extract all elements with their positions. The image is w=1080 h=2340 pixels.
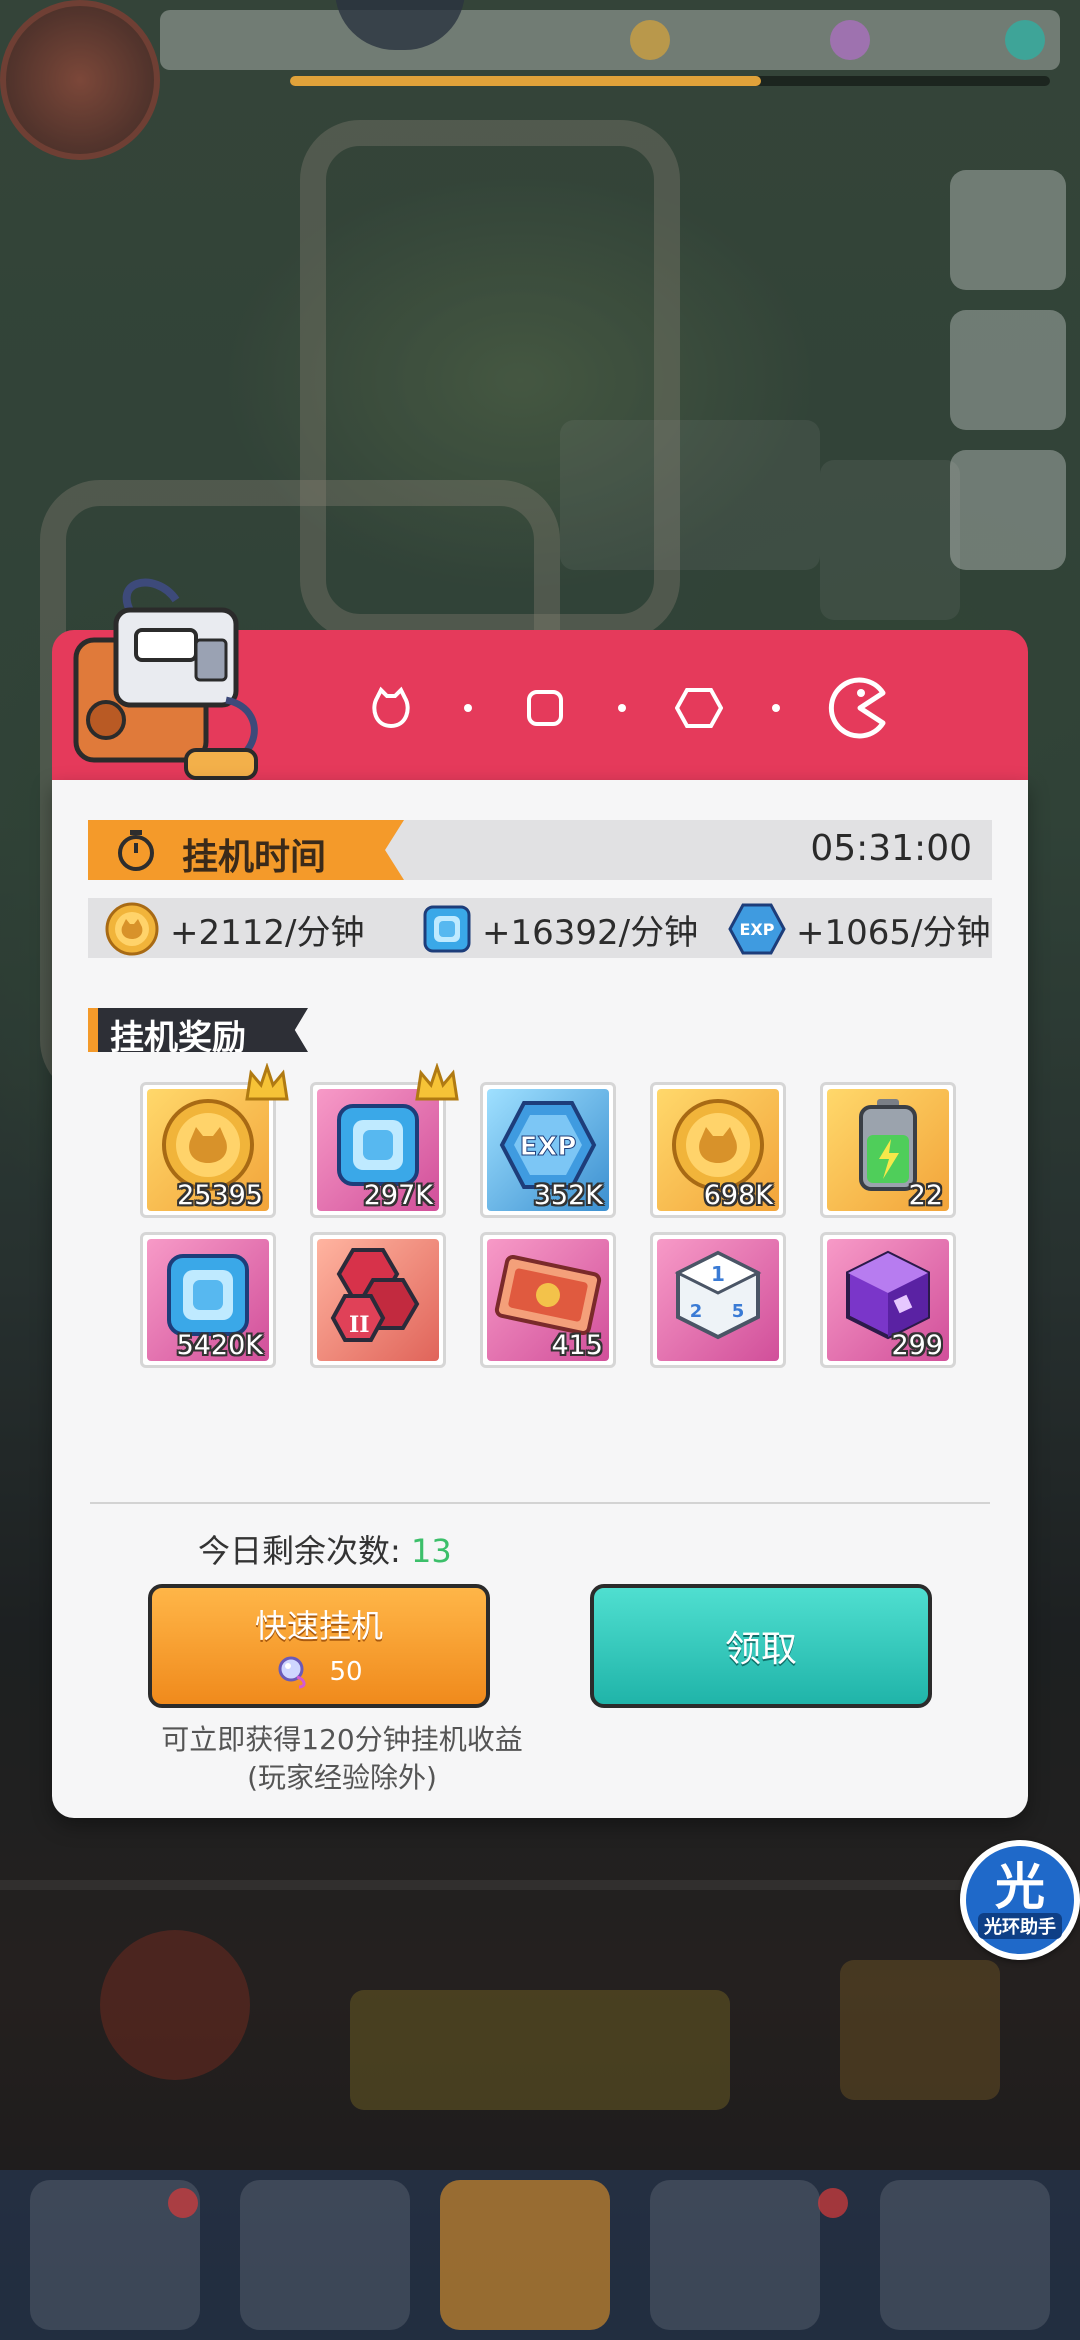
step-indicator <box>362 672 896 744</box>
helper-glyph: 光 <box>995 1858 1045 1916</box>
idle-time-bar: 挂机时间 05:31:00 <box>88 820 992 880</box>
fast-idle-cost: 50 <box>275 1653 363 1691</box>
gold-coin-icon <box>630 20 670 60</box>
fast-idle-label: 快速挂机 <box>254 1607 383 1645</box>
dice-icon: 1 2 5 <box>674 1250 762 1340</box>
fast-idle-note: 可立即获得120分钟挂机收益 <box>161 1723 523 1756</box>
exp-badge-icon: EXP <box>499 1101 597 1190</box>
red-hexagon-token-icon: II <box>330 1248 420 1343</box>
stopwatch-icon <box>118 830 154 871</box>
crown-icon <box>415 1063 459 1101</box>
dialog-header <box>52 578 1028 782</box>
step-separator <box>464 704 472 712</box>
claim-label: 领取 <box>724 1629 797 1670</box>
reward-item[interactable]: 299 <box>820 1232 956 1368</box>
svg-text:EXP: EXP <box>520 1132 577 1162</box>
purple-cube-icon <box>846 1250 930 1340</box>
top-hud <box>0 0 1080 160</box>
reward-qty: 5420K <box>176 1330 263 1361</box>
treasure-card-icon <box>494 1255 602 1336</box>
notification-dot <box>818 2188 848 2218</box>
blue-gem-icon <box>423 905 471 953</box>
reward-item[interactable]: 22 <box>820 1082 956 1218</box>
reward-item[interactable]: 5420K <box>140 1232 276 1368</box>
cat-face-step-icon <box>362 679 420 737</box>
idle-time-tag: 挂机时间 <box>88 820 404 880</box>
add-icon[interactable] <box>1005 20 1045 60</box>
reward-item[interactable]: 297K <box>310 1063 459 1218</box>
nav-tab[interactable] <box>880 2180 1050 2330</box>
svg-text:2: 2 <box>690 1301 703 1322</box>
exp-rate-text: +1065/分钟 <box>796 912 991 953</box>
idle-reward-dialog: 挂机时间 05:31:00 +2112/分钟 +16392/分钟 EXP +10… <box>52 578 1028 1818</box>
remaining-label: 今日剩余次数: <box>198 1532 401 1570</box>
fast-idle-cost-value: 50 <box>329 1657 363 1687</box>
nav-tab-active[interactable] <box>440 2180 610 2330</box>
rewards-title-text: 挂机奖励 <box>110 1018 246 1058</box>
reward-qty: 352K <box>533 1180 603 1211</box>
reward-qty: 415 <box>551 1330 603 1361</box>
reward-item[interactable]: 698K <box>650 1082 786 1218</box>
reward-item[interactable]: 25395 <box>140 1063 289 1218</box>
reward-qty: 698K <box>703 1180 773 1211</box>
exp-badge-icon: EXP <box>728 903 786 955</box>
svg-text:II: II <box>349 1312 370 1338</box>
helper-float-button[interactable]: 光 光环助手 <box>960 1840 1080 1960</box>
hexagon-step-icon <box>670 679 728 737</box>
blue-gem-icon <box>167 1254 249 1337</box>
gem-rate-text: +16392/分钟 <box>482 912 699 953</box>
side-task-icon[interactable] <box>950 310 1066 430</box>
crystal-icon <box>278 1656 306 1689</box>
fast-idle-button[interactable]: 快速挂机 50 <box>148 1584 490 1708</box>
helper-label: 光环助手 <box>978 1913 1062 1939</box>
idle-time-label: 挂机时间 <box>182 837 327 878</box>
claim-button[interactable]: 领取 <box>590 1584 932 1708</box>
svg-text:5: 5 <box>732 1301 745 1322</box>
side-character-icon[interactable] <box>950 450 1066 570</box>
gold-coin-icon <box>105 902 159 956</box>
gem-rate: +16392/分钟 <box>422 904 698 954</box>
square-step-icon <box>516 679 574 737</box>
gold-rate-text: +2112/分钟 <box>170 912 365 953</box>
reward-item[interactable]: EXP 352K <box>480 1082 616 1218</box>
idle-time-value: 05:31:00 <box>810 828 972 869</box>
reward-item[interactable]: 1 2 5 <box>650 1232 786 1368</box>
remaining-number: 13 <box>410 1532 452 1570</box>
crown-icon <box>245 1063 289 1101</box>
reward-qty: 25395 <box>177 1180 263 1211</box>
gold-rate: +2112/分钟 <box>104 902 365 956</box>
notification-dot <box>168 2188 198 2218</box>
player-avatar[interactable] <box>0 0 160 160</box>
gem-icon <box>830 20 870 60</box>
reward-qty: 22 <box>908 1180 943 1211</box>
rewards-section-title: 挂机奖励 <box>88 1008 308 1052</box>
exp-rate: EXP +1065/分钟 <box>728 903 991 955</box>
blue-gem-icon <box>337 1104 419 1187</box>
pacman-step-icon <box>824 672 896 744</box>
nav-tab[interactable] <box>240 2180 410 2330</box>
step-separator <box>618 704 626 712</box>
side-event-icon[interactable] <box>950 170 1066 290</box>
bottom-nav <box>0 2170 1080 2340</box>
step-separator <box>772 704 780 712</box>
svg-text:EXP: EXP <box>740 920 775 939</box>
reward-item[interactable]: II <box>310 1232 446 1368</box>
reward-qty: 297K <box>363 1180 433 1211</box>
fast-idle-note-exception: (玩家经验除外) <box>247 1761 437 1794</box>
reward-qty: 299 <box>891 1330 943 1361</box>
income-rates: +2112/分钟 +16392/分钟 EXP +1065/分钟 <box>88 898 992 958</box>
nav-tab[interactable] <box>650 2180 820 2330</box>
idle-machine-illustration <box>73 578 258 780</box>
svg-text:1: 1 <box>711 1262 725 1286</box>
divider <box>90 1502 990 1504</box>
reward-item[interactable]: 415 <box>480 1232 616 1368</box>
experience-bar <box>290 76 1050 86</box>
remaining-count: 今日剩余次数: 13 <box>198 1526 452 1572</box>
player-info-bar <box>160 10 1060 70</box>
